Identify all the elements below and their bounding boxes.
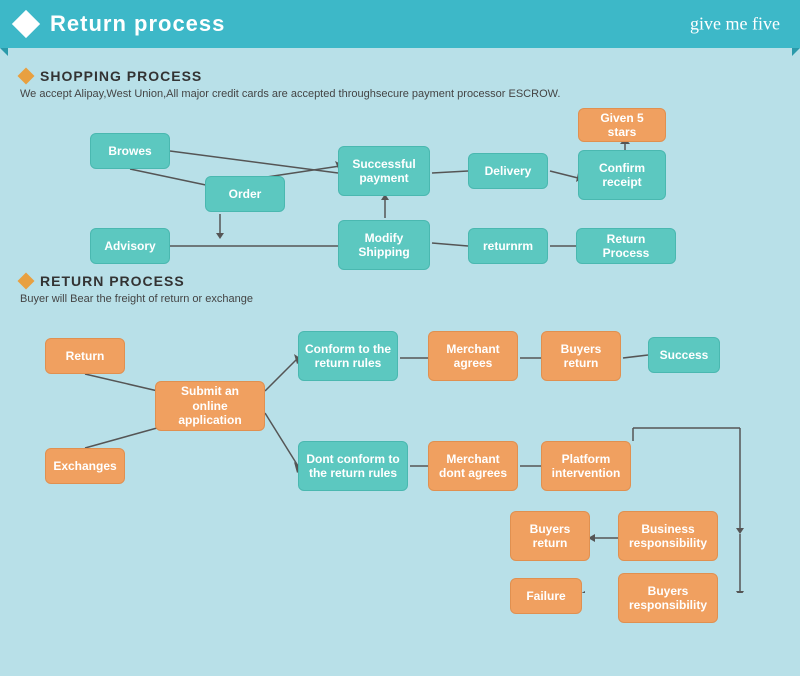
buyers-responsibility-box: Buyers responsibility [618, 573, 718, 623]
return-process-box: Return Process [576, 228, 676, 264]
header-diamond-icon [12, 10, 40, 38]
success-box: Success [648, 337, 720, 373]
logo-text: give me five [690, 14, 780, 35]
shopping-subtitle: We accept Alipay,West Union,All major cr… [20, 88, 780, 100]
shopping-section-header: SHOPPING PROCESS [20, 68, 780, 84]
advisory-box: Advisory [90, 228, 170, 264]
browes-box: Browes [90, 133, 170, 169]
dont-conform-rules-box: Dont conform to the return rules [298, 441, 408, 491]
return-section-header: RETURN PROCESS [20, 273, 780, 289]
header: Return process give me five [0, 0, 800, 48]
returnrm-box: returnrm [468, 228, 548, 264]
successful-payment-box: Successful payment [338, 146, 430, 196]
given-5-stars-box: Given 5 stars [578, 108, 666, 142]
return-subtitle: Buyer will Bear the freight of return or… [20, 293, 780, 305]
modify-shipping-box: Modify Shipping [338, 220, 430, 270]
ribbon-right-icon [792, 48, 800, 56]
return-diamond-icon [18, 273, 35, 290]
buyers-return2-box: Buyers return [510, 511, 590, 561]
return-flow-diagram: Return Exchanges Submit an online applic… [20, 313, 780, 593]
platform-intervention-box: Platform intervention [541, 441, 631, 491]
conform-rules-box: Conform to the return rules [298, 331, 398, 381]
return-btn-box: Return [45, 338, 125, 374]
business-responsibility-box: Business responsibility [618, 511, 718, 561]
buyers-return1-box: Buyers return [541, 331, 621, 381]
page-title: Return process [50, 11, 225, 37]
confirm-receipt-box: Confirm receipt [578, 150, 666, 200]
exchanges-box: Exchanges [45, 448, 125, 484]
order-box: Order [205, 176, 285, 212]
main-content: SHOPPING PROCESS We accept Alipay,West U… [0, 48, 800, 603]
delivery-box: Delivery [468, 153, 548, 189]
shopping-diamond-icon [18, 68, 35, 85]
shopping-flow-diagram: Browes Order Advisory Successful payment… [20, 108, 780, 268]
submit-online-box: Submit an online application [155, 381, 265, 431]
merchant-agrees-box: Merchant agrees [428, 331, 518, 381]
merchant-dont-agrees-box: Merchant dont agrees [428, 441, 518, 491]
shopping-title: SHOPPING PROCESS [40, 68, 202, 84]
ribbon-left-icon [0, 48, 8, 56]
failure-box: Failure [510, 578, 582, 614]
return-title: RETURN PROCESS [40, 273, 185, 289]
